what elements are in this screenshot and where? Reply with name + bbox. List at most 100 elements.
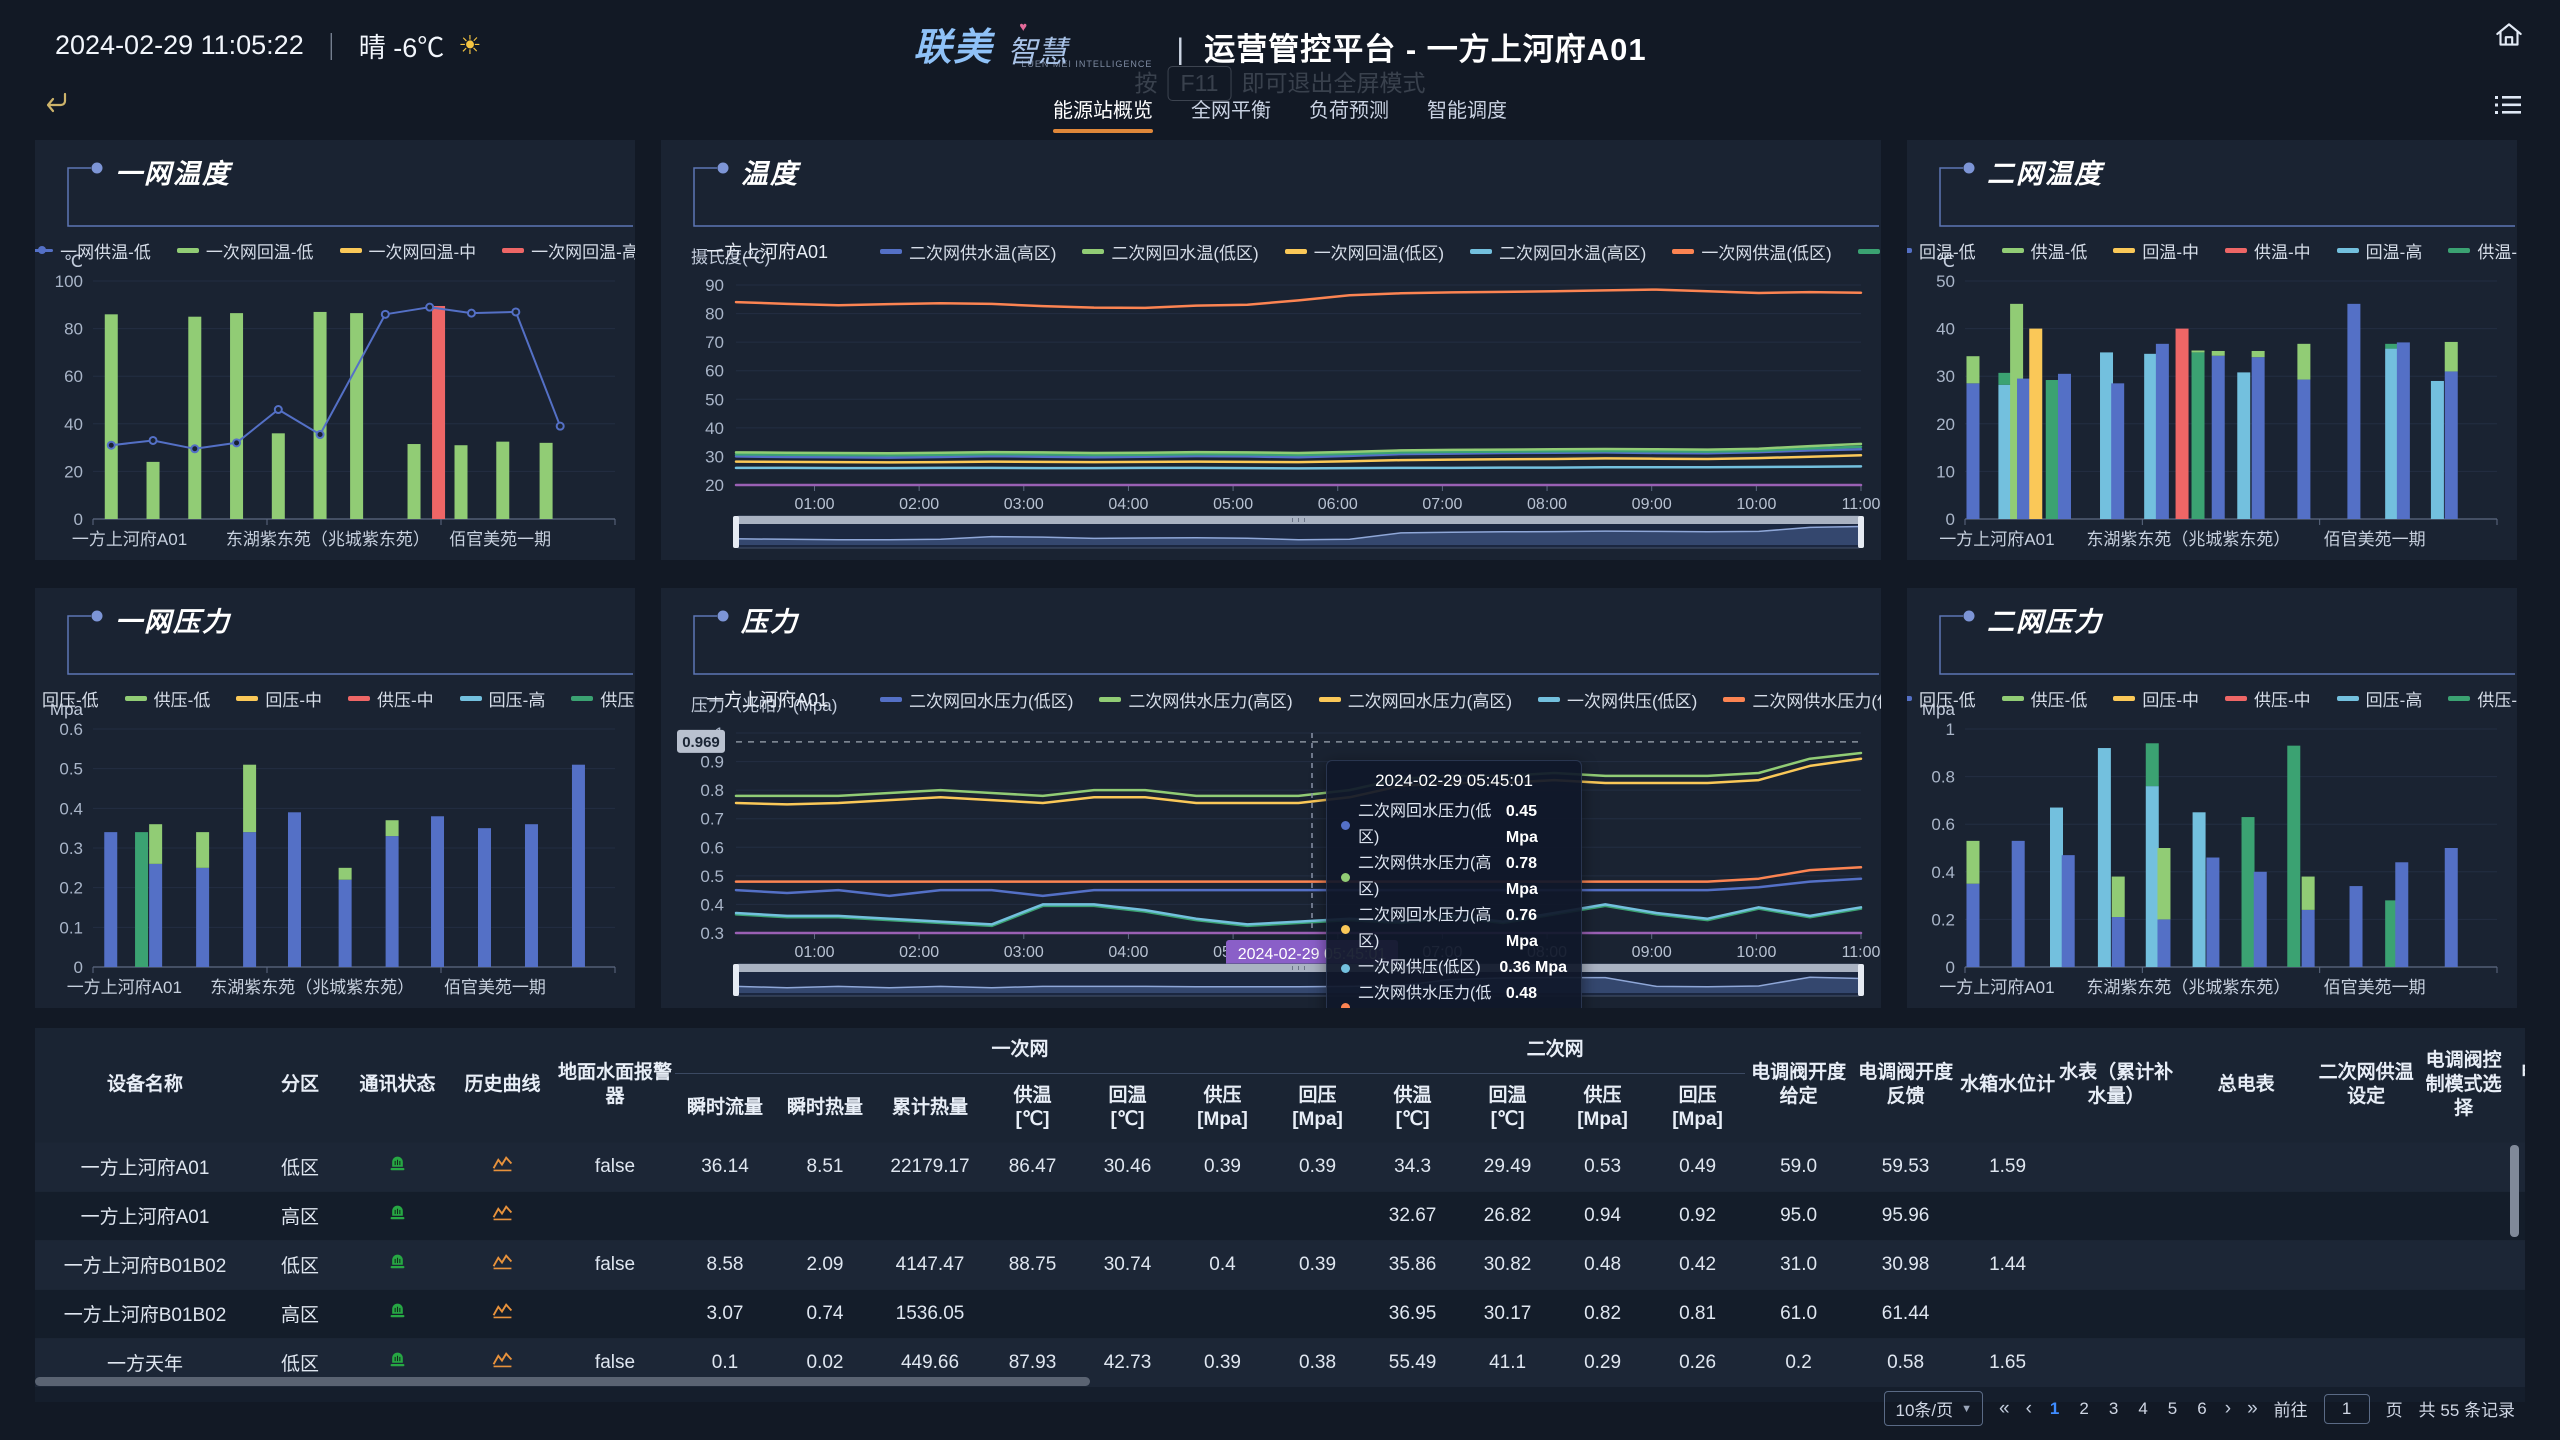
legend-item[interactable]: 回压-中 bbox=[2113, 686, 2199, 711]
legend-item[interactable]: 回压-高 bbox=[460, 686, 546, 711]
line-chart[interactable]: 0.30.40.50.60.70.80.91压力（兆帕）(Mpa)01:0002… bbox=[661, 588, 1881, 1008]
svg-text:0.4: 0.4 bbox=[1931, 863, 1955, 882]
svg-text:90: 90 bbox=[705, 276, 724, 295]
table-row[interactable]: 一方上河府A01低区false36.148.5122179.1786.4730.… bbox=[35, 1142, 2525, 1191]
legend-item[interactable]: 二次网供水温(低区) bbox=[1858, 239, 1881, 264]
prev-page-button[interactable]: ‹ bbox=[2026, 1398, 2032, 1420]
legend-item[interactable]: 二次网回水压力(低区) bbox=[880, 687, 1073, 712]
legend-item[interactable]: 回温-中 bbox=[2113, 238, 2199, 263]
legend-item[interactable]: 一次网回温-中 bbox=[340, 238, 477, 263]
table-cell: 59.53 bbox=[1852, 1142, 1959, 1191]
horizontal-scrollbar[interactable] bbox=[35, 1377, 1090, 1386]
svg-text:0.7: 0.7 bbox=[700, 810, 724, 829]
svg-text:东湖紫东苑（兆城紫东苑）: 东湖紫东苑（兆城紫东苑） bbox=[210, 978, 414, 997]
svg-text:50: 50 bbox=[705, 390, 724, 409]
legend-item[interactable]: 供压-低 bbox=[125, 686, 211, 711]
last-page-button[interactable]: » bbox=[2247, 1398, 2258, 1420]
goto-page-input[interactable]: 1 bbox=[2324, 1394, 2370, 1424]
page-number-4[interactable]: 4 bbox=[2136, 1399, 2149, 1419]
legend-item[interactable]: 二次网回水压力(高区) bbox=[1319, 687, 1512, 712]
table-cell: 30.98 bbox=[1852, 1240, 1959, 1289]
legend-item[interactable]: 供压-中 bbox=[2225, 686, 2311, 711]
page-number-6[interactable]: 6 bbox=[2195, 1399, 2208, 1419]
line-chart[interactable]: 2030405060708090摄氏度(℃)01:0002:0003:0004:… bbox=[661, 140, 1881, 560]
legend-item[interactable]: 供压-低 bbox=[2002, 686, 2088, 711]
legend-item[interactable]: 一次网回温(低区) bbox=[1285, 239, 1444, 264]
page-number-1[interactable]: 1 bbox=[2048, 1399, 2061, 1419]
table-cell: 0.38 bbox=[1270, 1338, 1365, 1387]
legend-item[interactable]: 二次网回水温(高区) bbox=[1470, 239, 1646, 264]
tab-1[interactable]: 全网平衡 bbox=[1191, 94, 1271, 131]
table-cell bbox=[2511, 1338, 2525, 1387]
legend-item[interactable]: 二次网供水压力(高区) bbox=[1099, 687, 1292, 712]
bar-chart[interactable]: 01020304050℃一方上河府A01东湖紫东苑（兆城紫东苑）佰官美苑一期 bbox=[1907, 140, 2517, 560]
table-cell: 0.2 bbox=[1745, 1338, 1852, 1387]
page-number-3[interactable]: 3 bbox=[2107, 1399, 2120, 1419]
svg-text:佰官美苑一期: 佰官美苑一期 bbox=[2324, 530, 2426, 549]
svg-text:04:00: 04:00 bbox=[1108, 944, 1148, 961]
table-cell bbox=[2511, 1240, 2525, 1289]
legend-item[interactable]: 一次网供压(低区) bbox=[1538, 687, 1697, 712]
pagination-bar: 10条/页▼«‹123456›»前往1页共 55 条记录 bbox=[1884, 1391, 2515, 1426]
legend-item[interactable]: 回压-中 bbox=[236, 686, 322, 711]
legend-item[interactable]: 回压-高 bbox=[2337, 686, 2423, 711]
comm-status-icon bbox=[389, 1351, 406, 1368]
legend-item[interactable]: 供温-低 bbox=[2002, 238, 2088, 263]
legend-item[interactable]: 回压-低 bbox=[35, 686, 99, 711]
svg-text:0.2: 0.2 bbox=[1931, 910, 1955, 929]
table-row[interactable]: 一方上河府A01高区32.6726.820.940.9295.095.96 bbox=[35, 1191, 2525, 1240]
table-cell: 低区 bbox=[255, 1240, 345, 1289]
table-cell: 1.59 bbox=[1959, 1142, 2056, 1191]
legend-item[interactable]: 一网供温-低 bbox=[35, 238, 151, 263]
bar-chart[interactable]: 00.10.20.30.40.50.6Mpa一方上河府A01东湖紫东苑（兆城紫东… bbox=[35, 588, 635, 1008]
tab-2[interactable]: 负荷预测 bbox=[1309, 94, 1389, 131]
table-row[interactable]: 一方上河府B01B02高区3.070.741536.0536.9530.170.… bbox=[35, 1289, 2525, 1338]
tooltip-row: 二次网回水压力(低区)0.45 Mpa bbox=[1341, 799, 1567, 851]
return-icon[interactable] bbox=[42, 90, 70, 121]
legend-item[interactable]: 回压-低 bbox=[1907, 686, 1976, 711]
table-cell bbox=[2416, 1142, 2511, 1191]
legend-item[interactable]: 回温-高 bbox=[2337, 238, 2423, 263]
svg-text:30: 30 bbox=[1936, 367, 1955, 386]
table-cell bbox=[2056, 1289, 2176, 1338]
legend-item[interactable]: 供温-高 bbox=[2448, 238, 2517, 263]
legend-item[interactable]: 供温-中 bbox=[2225, 238, 2311, 263]
goto-unit: 页 bbox=[2386, 1396, 2403, 1421]
legend-item[interactable]: 供压-高 bbox=[2448, 686, 2517, 711]
tooltip-title: 2024-02-29 05:45:01 bbox=[1341, 771, 1567, 791]
table-cell: 一方上河府B01B02 bbox=[35, 1289, 255, 1338]
table-cell bbox=[2056, 1240, 2176, 1289]
table-cell: 95.0 bbox=[1745, 1191, 1852, 1240]
legend-item[interactable]: 回温-低 bbox=[1907, 238, 1976, 263]
table-row[interactable]: 一方上河府B01B02低区false8.582.094147.4788.7530… bbox=[35, 1240, 2525, 1289]
legend-item[interactable]: 二次网供水温(高区) bbox=[880, 239, 1056, 264]
legend-item[interactable]: 供压-中 bbox=[348, 686, 434, 711]
page-size-select[interactable]: 10条/页▼ bbox=[1884, 1391, 1983, 1426]
datetime-text: 2024-02-29 11:05:22 bbox=[55, 30, 304, 61]
vertical-scrollbar[interactable] bbox=[2510, 1145, 2519, 1237]
bar-chart[interactable]: 020406080100℃一方上河府A01东湖紫东苑（兆城紫东苑）佰官美苑一期 bbox=[35, 140, 635, 560]
legend-item[interactable]: 一次网供温(低区) bbox=[1672, 239, 1831, 264]
tab-0[interactable]: 能源站概览 bbox=[1053, 94, 1153, 131]
page-number-2[interactable]: 2 bbox=[2077, 1399, 2090, 1419]
legend-item[interactable]: 供压-高 bbox=[571, 686, 635, 711]
first-page-button[interactable]: « bbox=[1999, 1398, 2010, 1420]
legend-item[interactable]: 一次网回温-高 bbox=[502, 238, 635, 263]
svg-text:0.2: 0.2 bbox=[59, 879, 83, 898]
table-cell: 0.53 bbox=[1555, 1142, 1650, 1191]
home-icon[interactable] bbox=[2492, 18, 2526, 57]
table-cell: 42.73 bbox=[1080, 1338, 1175, 1387]
page-number-5[interactable]: 5 bbox=[2166, 1399, 2179, 1419]
legend-item[interactable]: 二次网供水压力(低区) bbox=[1723, 687, 1881, 712]
bar-chart[interactable]: 00.20.40.60.81Mpa一方上河府A01东湖紫东苑（兆城紫东苑）佰官美… bbox=[1907, 588, 2517, 1008]
chart-subtitle: 一方上河府A01 bbox=[706, 238, 828, 264]
svg-text:0.9: 0.9 bbox=[700, 753, 724, 772]
legend-item[interactable]: 二次网回水温(低区) bbox=[1082, 239, 1258, 264]
tab-3[interactable]: 智能调度 bbox=[1427, 94, 1507, 131]
next-page-button[interactable]: › bbox=[2225, 1398, 2231, 1420]
legend-item[interactable]: 一次网回温-低 bbox=[177, 238, 314, 263]
chevron-down-icon: ▼ bbox=[1961, 1403, 1972, 1415]
table-cell: 36.95 bbox=[1365, 1289, 1460, 1338]
list-icon[interactable] bbox=[2494, 94, 2522, 121]
table-cell bbox=[1270, 1191, 1365, 1240]
